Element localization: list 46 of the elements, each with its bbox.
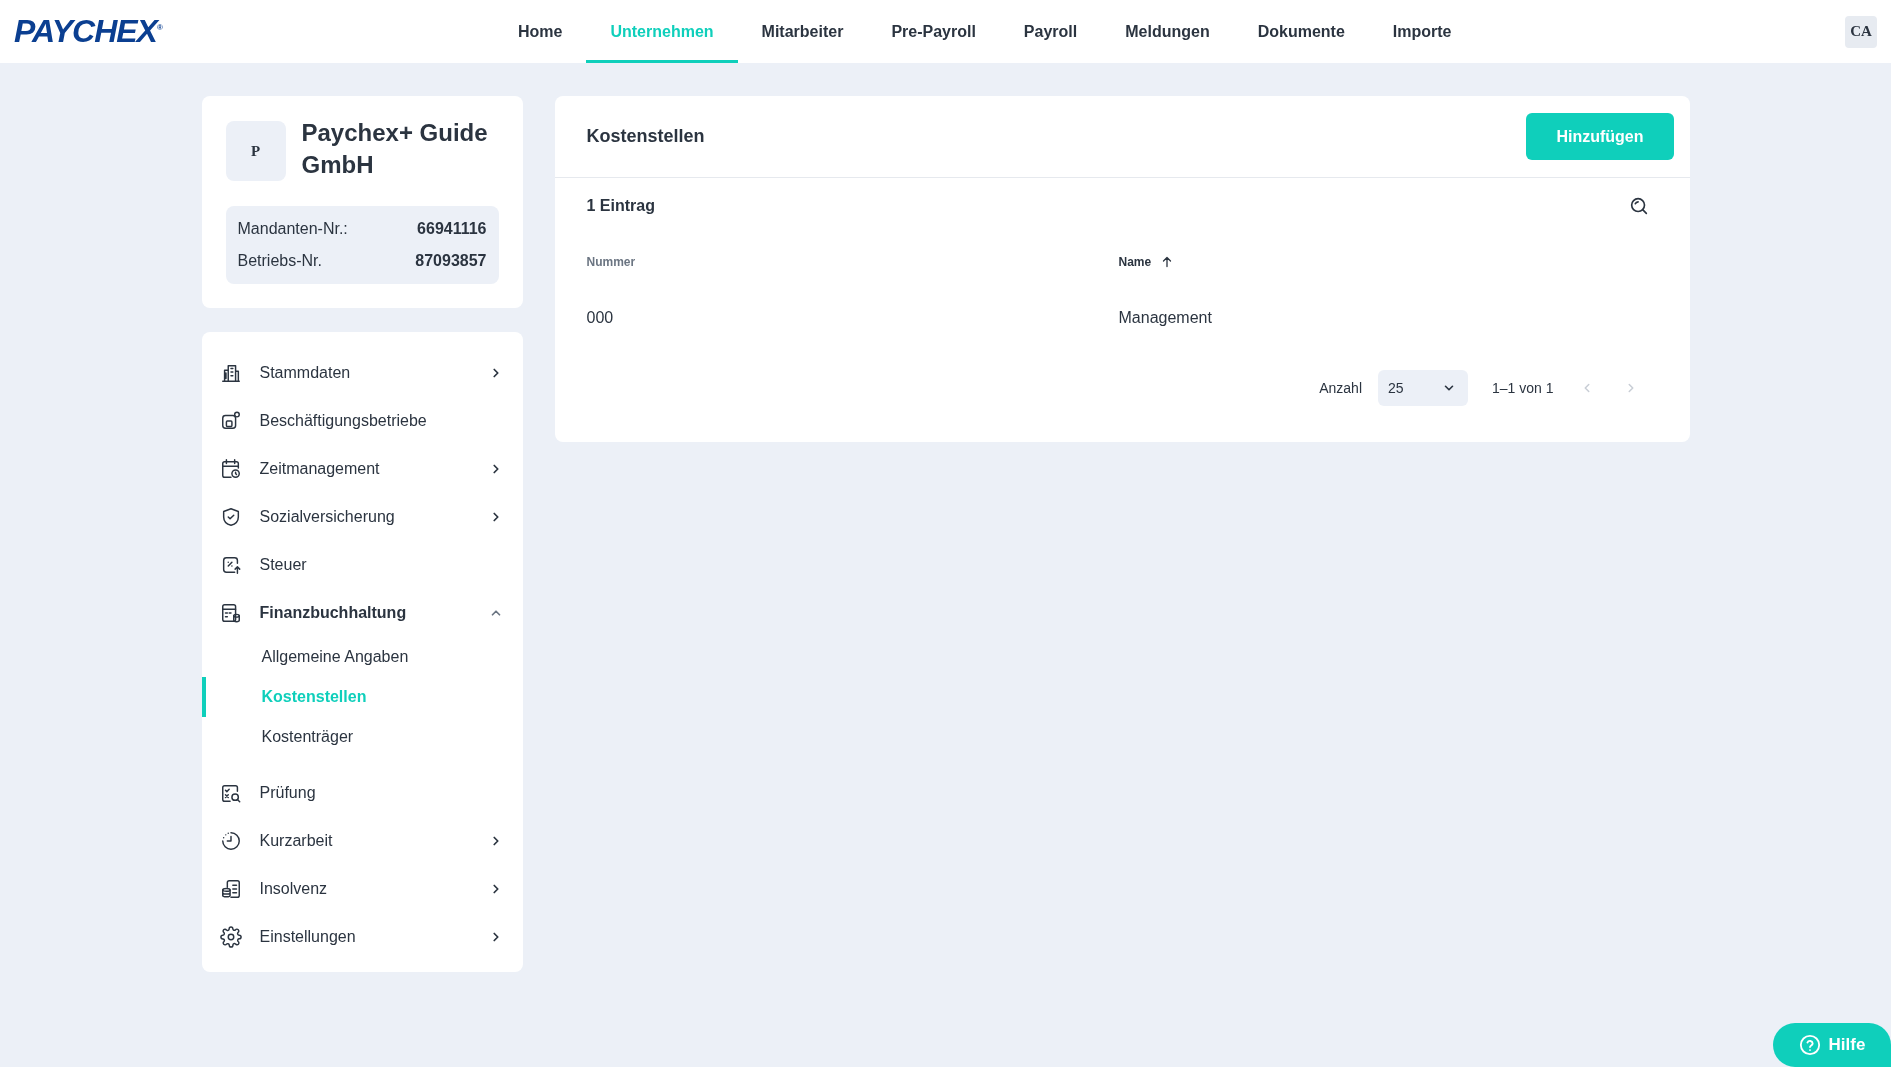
sidebar-item[interactable]: Beschäftigungsbetriebe <box>201 397 523 445</box>
page-size-label: Anzahl <box>1319 380 1362 396</box>
gear-icon <box>219 926 242 948</box>
column-header[interactable]: Name <box>1118 234 1658 290</box>
sidebar-item[interactable]: Sozialversicherung <box>201 493 523 541</box>
entry-count: 1 Eintrag <box>586 197 655 215</box>
sidebar-item[interactable]: Zeitmanagement <box>201 445 523 493</box>
company-avatar: P <box>225 121 286 181</box>
sidebar-item[interactable]: Finanzbuchhaltung <box>201 589 523 637</box>
clock-icon <box>219 830 242 852</box>
sidebar-item[interactable]: Prüfung <box>201 769 523 817</box>
sidebar-item[interactable]: Insolvenz <box>201 865 523 913</box>
sidebar-subitem[interactable]: Allgemeine Angaben <box>201 637 523 677</box>
company-name: Paychex+ Guide GmbH <box>301 118 489 180</box>
calendar-clock-icon <box>219 458 242 480</box>
nav-tab[interactable]: Mitarbeiter <box>737 0 868 63</box>
table-cell-text: 000 <box>586 308 615 328</box>
paychex-logo[interactable]: PAYCHEX$^{®}$ <box>14 13 494 50</box>
nav-tab[interactable]: Pre-Payroll <box>867 0 1000 63</box>
sidebar-item[interactable]: Einstellungen <box>201 913 523 961</box>
sidebar-subitem[interactable]: Kostenträger <box>201 717 523 757</box>
info-value: 66941116 <box>417 219 487 239</box>
sidebar-item[interactable]: Stammdaten <box>201 349 523 397</box>
nav-tab[interactable]: Home <box>494 0 587 63</box>
nav-tab[interactable]: Meldungen <box>1101 0 1234 63</box>
column-header[interactable]: Nummer <box>586 234 1119 290</box>
nav-tab[interactable]: Importe <box>1368 0 1476 63</box>
calculator-coins-icon <box>219 602 242 624</box>
question-icon <box>1798 1034 1821 1056</box>
building-icon <box>219 362 242 384</box>
table-cell-text: Management <box>1118 308 1213 328</box>
sidebar-item[interactable]: Kurzarbeit <box>201 817 523 865</box>
info-label: Betriebs-Nr. <box>237 251 322 271</box>
nav-tab[interactable]: Dokumente <box>1233 0 1369 63</box>
checklist-search-icon <box>219 782 242 804</box>
document-coins-icon <box>219 878 242 900</box>
user-avatar[interactable]: CA <box>1845 15 1877 48</box>
page-title: Kostenstellen <box>586 126 705 147</box>
info-label: Mandanten-Nr.: <box>237 219 348 239</box>
building-pin-icon <box>219 410 242 432</box>
nav-tab[interactable]: Payroll <box>999 0 1102 63</box>
page-range: 1–1 von 1 <box>1492 380 1554 396</box>
info-value: 87093857 <box>415 251 487 271</box>
page-size-select[interactable]: 25 <box>1378 370 1468 406</box>
sidebar-item[interactable]: Steuer <box>201 541 523 589</box>
sort-arrow-up-icon <box>1161 256 1174 268</box>
